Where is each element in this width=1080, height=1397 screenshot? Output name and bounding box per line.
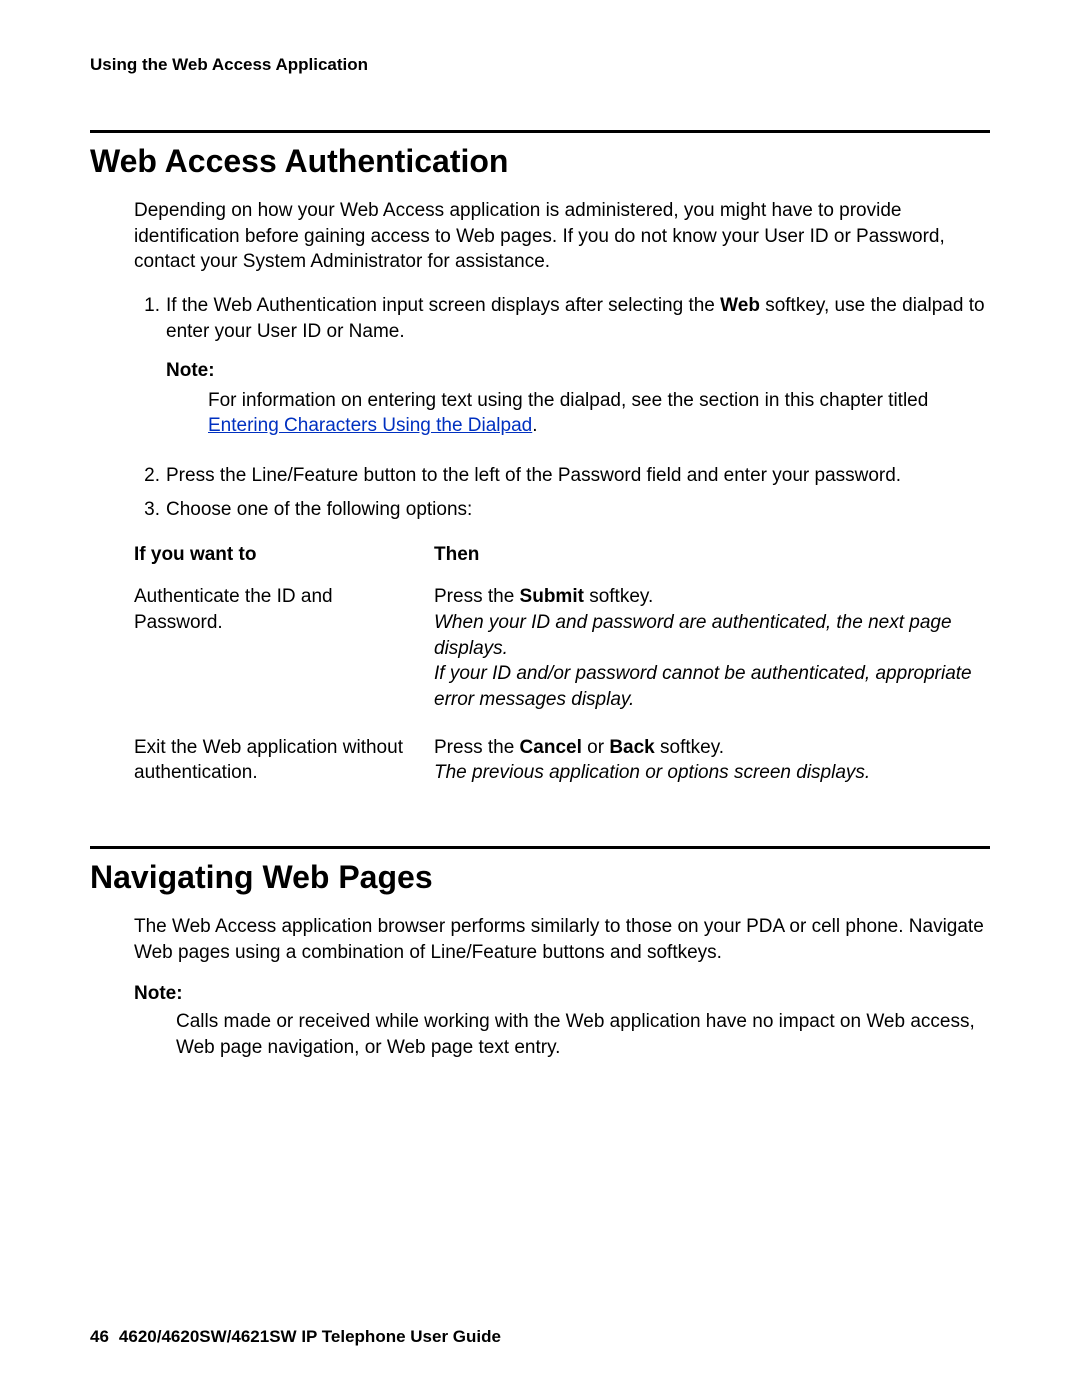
col-header-if: If you want to (134, 544, 434, 566)
page-number: 46 (90, 1327, 109, 1346)
step-bold: Web (720, 295, 760, 316)
then-text: Press the (434, 737, 520, 758)
step-3: 3. Choose one of the following options: (134, 497, 990, 523)
section-rule (90, 130, 990, 133)
note-body: Calls made or received while working wit… (176, 1009, 990, 1060)
step-marker: 1. (134, 293, 166, 455)
note-body: For information on entering text using t… (208, 388, 990, 439)
then-text: or (582, 737, 609, 758)
step-body: Press the Line/Feature button to the lef… (166, 463, 990, 489)
col-header-then: Then (434, 544, 990, 566)
page-footer: 46 4620/4620SW/4621SW IP Telephone User G… (90, 1327, 501, 1347)
running-header: Using the Web Access Application (90, 55, 990, 75)
then-italic: The previous application or options scre… (434, 762, 870, 783)
note-label: Note: (134, 983, 990, 1005)
then-bold: Cancel (520, 737, 582, 758)
table-header-row: If you want to Then (134, 544, 990, 566)
section-rule (90, 846, 990, 849)
then-italic: When your ID and password are authentica… (434, 612, 952, 659)
step-body: If the Web Authentication input screen d… (166, 293, 990, 455)
section-title-auth: Web Access Authentication (90, 143, 990, 180)
step-marker: 3. (134, 497, 166, 523)
step-marker: 2. (134, 463, 166, 489)
intro-paragraph: Depending on how your Web Access applica… (134, 198, 990, 275)
cross-reference-link[interactable]: Entering Characters Using the Dialpad (208, 415, 532, 436)
note-text: For information on entering text using t… (208, 390, 928, 411)
footer-guide-title: 4620/4620SW/4621SW IP Telephone User Gui… (119, 1327, 501, 1346)
then-text: Press the (434, 586, 520, 607)
note-label: Note: (166, 358, 990, 384)
section-body-auth: Depending on how your Web Access applica… (134, 198, 990, 786)
step-body: Choose one of the following options: (166, 497, 990, 523)
then-italic: If your ID and/or password cannot be aut… (434, 663, 972, 710)
then-text: softkey. (655, 737, 724, 758)
then-text: softkey. (584, 586, 653, 607)
then-bold: Submit (520, 586, 584, 607)
section-title-nav: Navigating Web Pages (90, 859, 990, 896)
step-1: 1. If the Web Authentication input scree… (134, 293, 990, 455)
intro-paragraph: The Web Access application browser perfo… (134, 914, 990, 965)
cell-then: Press the Cancel or Back softkey. The pr… (434, 735, 990, 786)
then-bold: Back (609, 737, 654, 758)
cell-if: Authenticate the ID and Password. (134, 584, 434, 712)
step-text: If the Web Authentication input screen d… (166, 295, 720, 316)
table-row: Authenticate the ID and Password. Press … (134, 584, 990, 712)
cell-if: Exit the Web application without authent… (134, 735, 434, 786)
section-body-nav: The Web Access application browser perfo… (134, 914, 990, 1061)
page: Using the Web Access Application Web Acc… (0, 0, 1080, 1397)
note-text: . (532, 415, 537, 436)
table-row: Exit the Web application without authent… (134, 735, 990, 786)
cell-then: Press the Submit softkey. When your ID a… (434, 584, 990, 712)
options-table: If you want to Then Authenticate the ID … (134, 544, 990, 785)
step-2: 2. Press the Line/Feature button to the … (134, 463, 990, 489)
